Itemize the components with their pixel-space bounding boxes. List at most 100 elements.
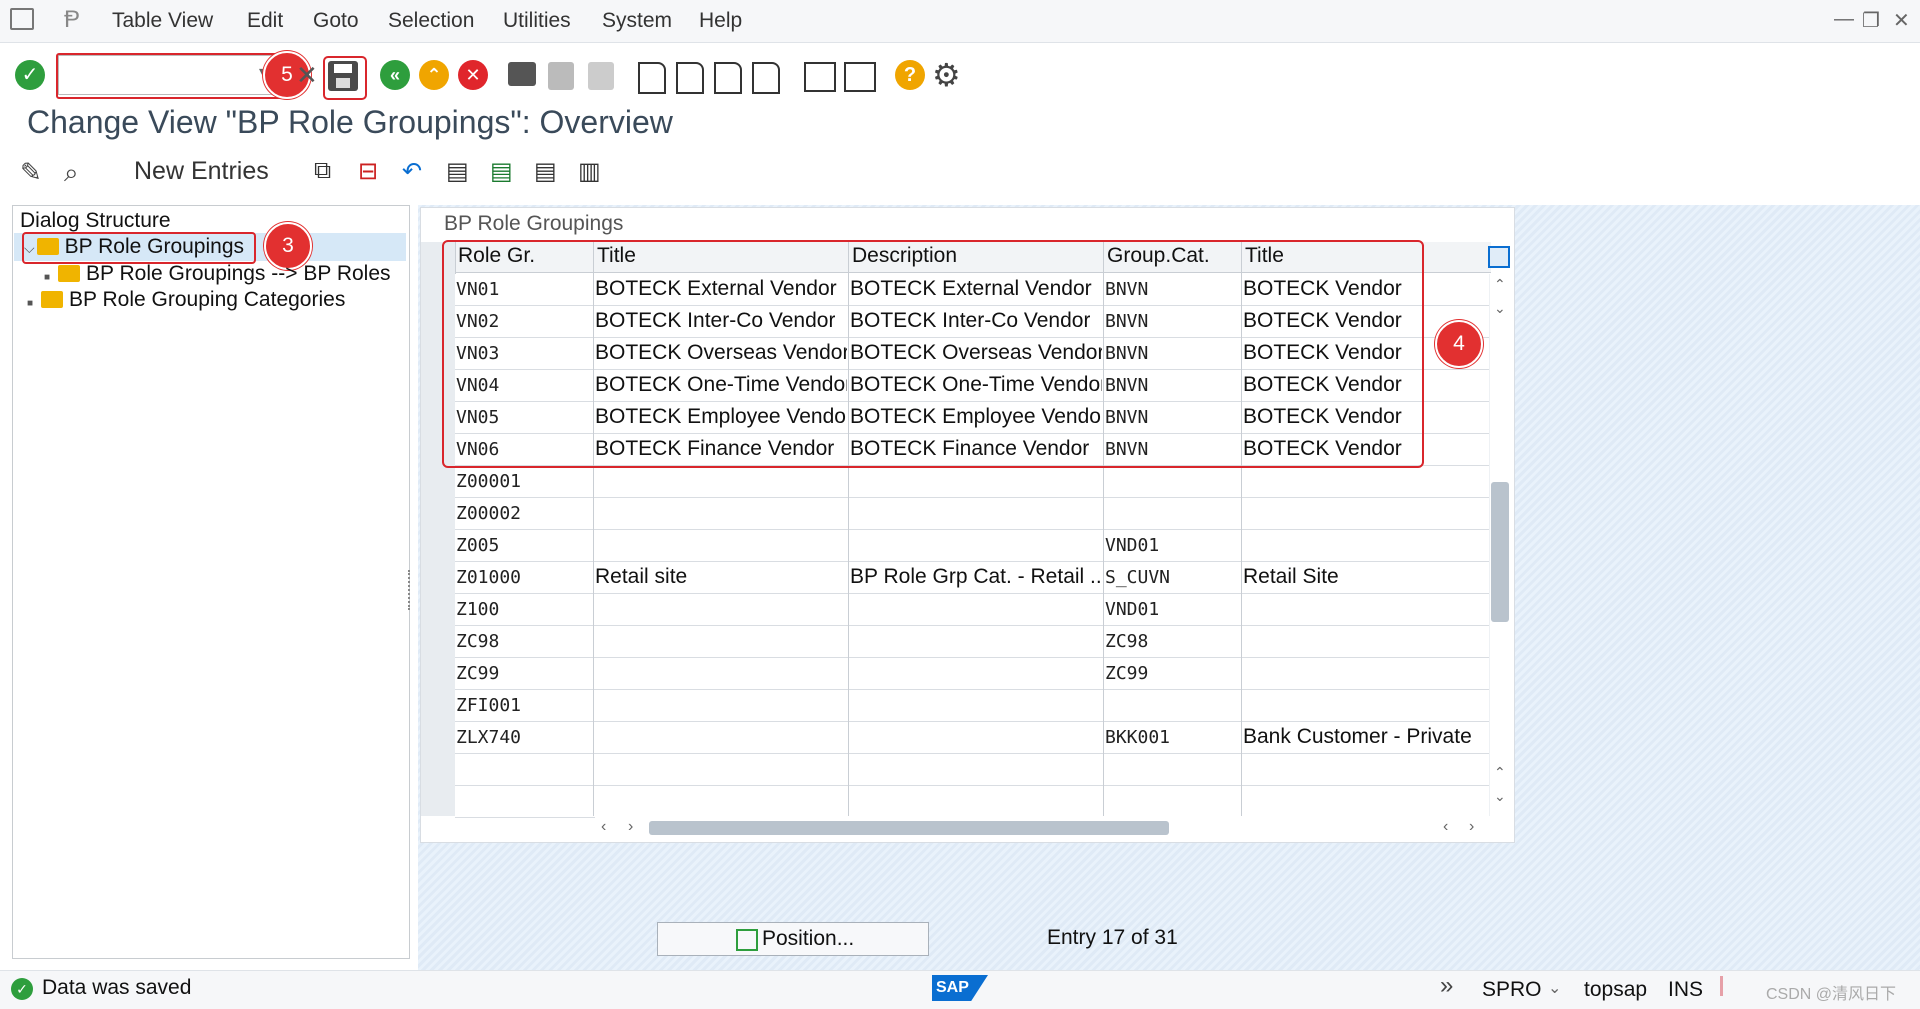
maximize-icon[interactable]: ❐ [1862, 8, 1880, 33]
table-row[interactable] [455, 786, 1489, 818]
cell-group-category[interactable]: BNVN [1105, 375, 1148, 396]
column-settings-icon[interactable] [1488, 246, 1510, 268]
cell-description[interactable]: BOTECK Inter-Co Vendor [850, 309, 1090, 333]
menu-edit[interactable]: Edit [247, 9, 283, 33]
minimize-icon[interactable]: — [1834, 8, 1854, 31]
next-page-icon[interactable] [714, 62, 742, 94]
system-menu-icon[interactable] [10, 8, 34, 30]
find-icon[interactable] [548, 62, 574, 90]
config-icon[interactable]: ▥ [578, 157, 601, 186]
shortcut-icon[interactable] [844, 62, 876, 92]
menu-goto[interactable]: Goto [313, 9, 359, 33]
exit-icon[interactable]: ⌃ [419, 60, 449, 90]
cell-description[interactable]: BOTECK External Vendor [850, 277, 1092, 301]
splitter-handle[interactable] [408, 570, 416, 610]
find-next-icon[interactable] [588, 62, 614, 90]
table-row[interactable] [455, 466, 1489, 498]
scroll-thumb[interactable] [649, 821, 1169, 835]
undo-icon[interactable]: ↶ [402, 157, 422, 186]
cell-group-category[interactable]: S_CUVN [1105, 567, 1170, 588]
cell-group-category[interactable]: VND01 [1105, 599, 1159, 620]
table-row[interactable] [455, 754, 1489, 786]
table-row[interactable] [455, 658, 1489, 690]
scroll-left-icon[interactable]: ‹ [601, 818, 606, 836]
first-page-icon[interactable] [638, 62, 666, 94]
cell-group-category[interactable]: BNVN [1105, 311, 1148, 332]
scroll-left-icon[interactable]: ‹ [1443, 818, 1448, 836]
delete-icon[interactable]: ⊟ [358, 157, 378, 186]
cell-description[interactable]: BOTECK Overseas Vendor [850, 341, 1102, 365]
cell-group-category[interactable]: BNVN [1105, 439, 1148, 460]
display-change-icon[interactable]: ✎ [20, 157, 42, 188]
position-button[interactable]: Position... [657, 922, 929, 956]
last-page-icon[interactable] [752, 62, 780, 94]
status-message[interactable]: Data was saved [42, 976, 191, 1000]
cell-group-category[interactable]: BKK001 [1105, 727, 1170, 748]
scroll-thumb[interactable] [1491, 482, 1509, 622]
cell-cat-title[interactable]: BOTECK Vendor [1243, 405, 1402, 429]
menu-table-view[interactable]: Table View [112, 9, 213, 33]
status-transaction[interactable]: SPRO [1482, 978, 1542, 1002]
double-chevron-right-icon[interactable]: » [1440, 972, 1453, 1000]
tree-item-categories[interactable]: ■ BP Role Grouping Categories [27, 288, 345, 312]
save-button[interactable] [328, 61, 358, 91]
cell-cat-title[interactable]: BOTECK Vendor [1243, 309, 1402, 333]
vertical-scrollbar[interactable]: ⌃ ⌄ ⌃ ⌄ [1490, 274, 1512, 814]
cell-group-category[interactable]: ZC99 [1105, 663, 1148, 684]
scroll-right-icon[interactable]: › [628, 818, 633, 836]
cell-description[interactable]: BOTECK Employee Vendor [850, 405, 1102, 429]
scroll-right-icon[interactable]: › [1469, 818, 1474, 836]
table-row[interactable] [455, 626, 1489, 658]
help-icon[interactable]: ? [895, 60, 925, 90]
chevron-down-icon[interactable]: ⌄ [1548, 978, 1561, 998]
cell-description[interactable]: BOTECK One-Time Vendor [850, 373, 1102, 397]
delete-entry-x-icon[interactable]: ✕ [296, 60, 318, 91]
scroll-down-icon[interactable]: ⌄ [1494, 300, 1506, 317]
cell-group-category[interactable]: ZC98 [1105, 631, 1148, 652]
gear-icon[interactable]: ⚙ [932, 56, 961, 94]
cell-title[interactable]: BOTECK Employee Vendor [595, 405, 847, 429]
tree-item-bp-roles[interactable]: ■ BP Role Groupings --> BP Roles [44, 262, 391, 286]
cell-title[interactable]: BOTECK Finance Vendor [595, 437, 834, 461]
copy-icon[interactable]: ⧉ [314, 157, 331, 185]
cell-group-category[interactable]: BNVN [1105, 407, 1148, 428]
close-window-icon[interactable]: ✕ [1893, 8, 1910, 33]
status-mode[interactable]: INS [1668, 978, 1703, 1002]
cell-group-category[interactable]: BNVN [1105, 279, 1148, 300]
back-icon[interactable]: « [380, 60, 410, 90]
cell-cat-title[interactable]: BOTECK Vendor [1243, 341, 1402, 365]
select-block-icon[interactable]: ▤ [490, 157, 513, 186]
table-row[interactable] [455, 498, 1489, 530]
deselect-all-icon[interactable]: ▤ [534, 157, 557, 186]
cell-title[interactable]: Retail site [595, 565, 687, 589]
scroll-up-icon[interactable]: ⌃ [1494, 276, 1506, 293]
cell-cat-title[interactable]: BOTECK Vendor [1243, 437, 1402, 461]
cell-title[interactable]: BOTECK Inter-Co Vendor [595, 309, 835, 333]
create-session-icon[interactable] [804, 62, 836, 92]
menu-help[interactable]: Help [699, 9, 742, 33]
menu-system[interactable]: System [602, 9, 672, 33]
scroll-down-icon[interactable]: ⌄ [1494, 788, 1506, 805]
cancel-icon[interactable]: ✕ [458, 60, 488, 90]
horizontal-scrollbar[interactable]: ‹ › ‹ › [595, 817, 1495, 839]
table-row[interactable] [455, 690, 1489, 722]
cell-cat-title[interactable]: Bank Customer - Private [1243, 725, 1472, 749]
enter-icon[interactable]: ✓ [15, 60, 45, 90]
cell-cat-title[interactable]: BOTECK Vendor [1243, 277, 1402, 301]
menu-utilities[interactable]: Utilities [503, 9, 571, 33]
cell-group-category[interactable]: VND01 [1105, 535, 1159, 556]
table-row[interactable] [455, 594, 1489, 626]
cell-group-category[interactable]: BNVN [1105, 343, 1148, 364]
table-row[interactable] [455, 530, 1489, 562]
scroll-up-icon[interactable]: ⌃ [1494, 764, 1506, 781]
cell-cat-title[interactable]: Retail Site [1243, 565, 1339, 589]
custom-menu-icon[interactable]: Ᵽ [64, 6, 80, 34]
menu-selection[interactable]: Selection [388, 9, 474, 33]
cell-description[interactable]: BP Role Grp Cat. - Retail ... [850, 565, 1102, 589]
cell-title[interactable]: BOTECK One-Time Vendor [595, 373, 847, 397]
print-icon[interactable] [508, 62, 536, 86]
cell-title[interactable]: BOTECK External Vendor [595, 277, 837, 301]
new-entries-button[interactable]: New Entries [134, 157, 269, 186]
select-all-icon[interactable]: ▤ [446, 157, 469, 186]
other-view-icon[interactable]: ⌕ [64, 157, 79, 189]
